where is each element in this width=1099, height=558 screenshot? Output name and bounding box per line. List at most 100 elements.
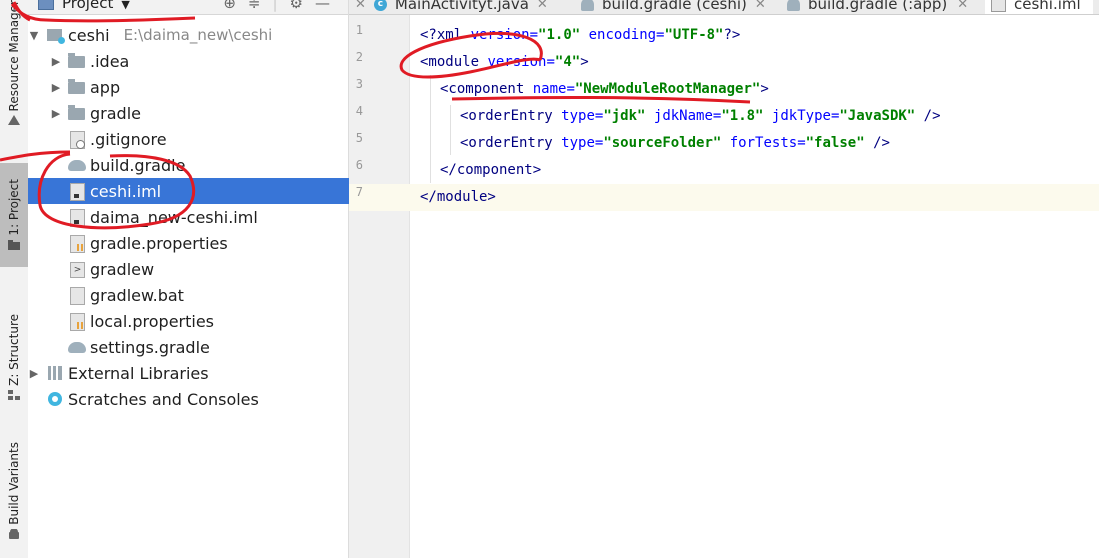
xml-decl-open: <?xml	[420, 27, 471, 43]
project-tool-label: 1: Project	[7, 179, 21, 236]
tree-item-settings-gradle[interactable]: settings.gradle	[28, 334, 382, 360]
tree-item-ceshi[interactable]: ▼ ceshi E:\daima_new\ceshi	[28, 22, 348, 48]
value: "1.8"	[721, 108, 764, 124]
tool-window-strip: Resource Manager 1: Project Z: Structure…	[0, 0, 29, 558]
editor-tabs: ✕ c MainActivityt.java ✕ build.gradle (c…	[349, 0, 1099, 15]
tag-close: />	[915, 108, 941, 124]
line-number: 4	[355, 104, 363, 118]
attr-encoding: encoding	[580, 27, 657, 43]
code-line-7: </module>	[420, 184, 496, 211]
chevron-down-icon: ▼	[121, 0, 130, 11]
tree-item-label: gradlew.bat	[90, 285, 184, 305]
tab-label: build.gradle (ceshi)	[602, 0, 747, 13]
chevron-down-icon[interactable]: ▼	[28, 29, 40, 42]
tab-build-gradle-app[interactable]: build.gradle (:app) ✕	[787, 0, 976, 14]
tree-item-label: ceshi.iml	[90, 181, 162, 201]
tab-main-activity[interactable]: ✕ c MainActivityt.java ✕	[355, 0, 556, 14]
attr-jdktype: jdkType	[763, 108, 831, 124]
folder-icon	[68, 105, 86, 121]
indent-guide	[430, 75, 431, 183]
tab-label: ceshi.iml	[1014, 0, 1081, 13]
code-line-3: <component name="NewModuleRootManager">	[440, 76, 769, 103]
tab-build-gradle-ceshi[interactable]: build.gradle (ceshi) ✕	[581, 0, 774, 14]
value: "1.0"	[538, 27, 581, 43]
folder-icon	[68, 53, 86, 69]
close-icon[interactable]: ✕	[957, 0, 968, 12]
attr-version: version	[487, 54, 547, 70]
line-number: 7	[355, 185, 363, 199]
gitignore-file-icon	[68, 131, 86, 149]
value: "NewModuleRootManager"	[574, 81, 761, 97]
android-icon	[9, 528, 19, 539]
gradle-icon	[787, 0, 800, 11]
tree-item-gradlew[interactable]: > gradlew	[28, 256, 382, 282]
java-class-icon: c	[373, 0, 387, 11]
tree-item-app[interactable]: ▶ app	[28, 74, 370, 100]
code-line-1: <?xml version="1.0" encoding="UTF-8"?>	[420, 22, 740, 49]
line-number: 5	[355, 131, 363, 145]
resource-manager-label: Resource Manager	[7, 0, 21, 112]
properties-file-icon	[68, 313, 86, 331]
terminal-file-icon: >	[68, 261, 86, 278]
tree-item-label: .idea	[90, 51, 130, 71]
project-pane: Project ▼ ⊕≑|⚙— ▼ ceshi E:\daima_new\cesh…	[28, 0, 382, 558]
attr-jdkname: jdkName	[645, 108, 713, 124]
attr-name: name	[532, 81, 567, 97]
collapse-all-icon[interactable]: ≑	[248, 0, 273, 12]
equals: =	[529, 27, 539, 43]
tree-item-label: gradlew	[90, 259, 155, 279]
structure-tool-tab[interactable]: Z: Structure	[0, 308, 28, 412]
equals: =	[566, 81, 575, 97]
tree-item-gradlew-bat[interactable]: gradlew.bat	[28, 282, 382, 308]
xml-decl-close: ?>	[723, 27, 741, 43]
tree-item-build-gradle[interactable]: build.gradle	[28, 152, 382, 178]
tree-item-scratches[interactable]: Scratches and Consoles	[28, 386, 360, 412]
tree-item-local-properties[interactable]: local.properties	[28, 308, 382, 334]
chevron-right-icon[interactable]: ▶	[50, 55, 62, 68]
tree-item-label: local.properties	[90, 311, 215, 331]
tree-item-label: gradle.properties	[90, 233, 228, 253]
tree-item-daima-new-ceshi-iml[interactable]: daima_new-ceshi.iml	[28, 204, 382, 230]
tree-item-idea[interactable]: ▶ .idea	[28, 48, 370, 74]
line-number: 2	[355, 50, 363, 64]
project-tool-tab[interactable]: 1: Project	[0, 163, 28, 267]
chevron-right-icon[interactable]: ▶	[50, 107, 62, 120]
tag-close: >	[760, 81, 769, 97]
line-number: 3	[355, 77, 363, 91]
line-number: 1	[355, 23, 363, 37]
resource-manager-tab[interactable]: Resource Manager	[0, 0, 28, 150]
build-variants-tool-tab[interactable]: Build Variants	[0, 438, 28, 556]
project-view-icon	[38, 0, 54, 10]
tree-item-label: Scratches and Consoles	[68, 389, 259, 409]
divider: |	[272, 0, 290, 12]
value: "4"	[554, 54, 581, 70]
tag-close-module: </module>	[420, 189, 496, 205]
tree-item-gitignore[interactable]: .gitignore	[28, 126, 382, 152]
chevron-right-icon[interactable]: ▶	[50, 81, 62, 94]
structure-icon	[8, 389, 20, 400]
tree-item-gradle-properties[interactable]: gradle.properties	[28, 230, 382, 256]
tree-item-label: settings.gradle	[90, 337, 210, 357]
tree-item-gradle[interactable]: ▶ gradle	[28, 100, 370, 126]
value: "JavaSDK"	[839, 108, 916, 124]
project-pane-header: Project ▼ ⊕≑|⚙—	[28, 0, 348, 15]
scratch-icon	[46, 391, 64, 407]
hide-icon[interactable]: —	[315, 0, 342, 12]
project-view-dropdown[interactable]: Project ▼	[38, 0, 130, 12]
tree-item-label: gradle	[90, 103, 141, 123]
close-icon[interactable]: ✕	[537, 0, 548, 12]
chevron-right-icon[interactable]: ▶	[28, 367, 40, 380]
tree-item-ceshi-iml[interactable]: ceshi.iml	[28, 178, 382, 204]
code-line-4: <orderEntry type="jdk" jdkName="1.8" jdk…	[460, 103, 941, 130]
locate-icon[interactable]: ⊕	[223, 0, 248, 12]
code-line-6: </component>	[440, 157, 541, 184]
gear-icon[interactable]: ⚙	[290, 0, 315, 12]
close-icon[interactable]: ✕	[355, 0, 366, 12]
close-icon[interactable]: ✕	[755, 0, 766, 12]
iml-file-icon	[68, 183, 86, 201]
tree-item-external-libraries[interactable]: ▶ External Libraries	[28, 360, 348, 386]
properties-file-icon	[68, 235, 86, 253]
equals: =	[546, 54, 555, 70]
tab-ceshi-iml[interactable]: ceshi.iml	[985, 0, 1093, 14]
code-line-5: <orderEntry type = "sourceFolder" forTests…	[460, 130, 890, 157]
